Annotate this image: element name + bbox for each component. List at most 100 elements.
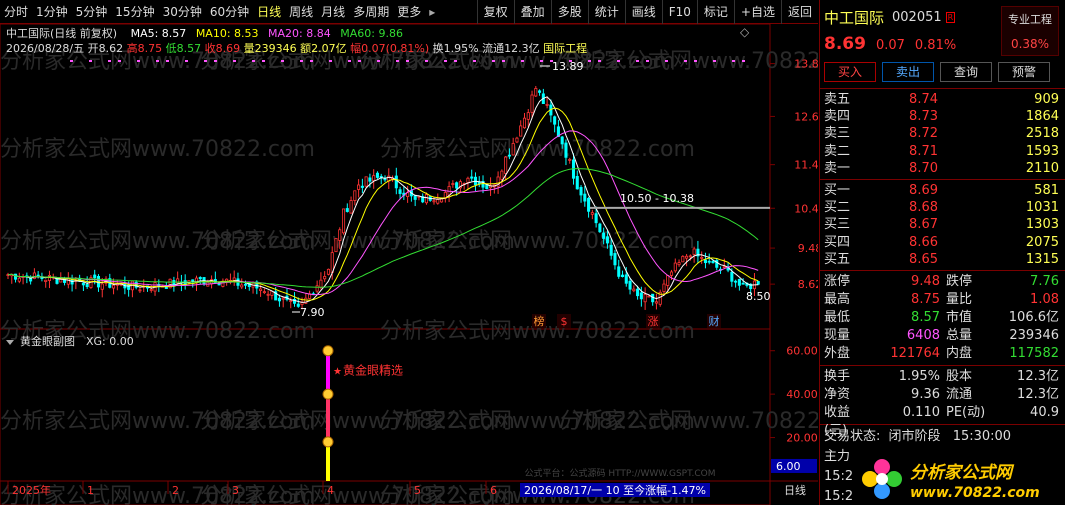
stock-title: 中工国际(日线 前复权)	[6, 27, 118, 40]
orderbook-row[interactable]: 卖一 8.70 2110	[820, 160, 1065, 177]
bar-amount: 额2.07亿	[300, 42, 347, 55]
orderbook-row[interactable]: 卖二 8.71 1593	[820, 143, 1065, 160]
period-tab-10[interactable]: 更多	[393, 0, 425, 24]
candle-body	[685, 255, 689, 259]
period-tab-4[interactable]: 30分钟	[159, 0, 206, 24]
candle-body	[703, 259, 707, 264]
tool-button-2[interactable]: 多股	[550, 0, 588, 24]
period-tab-5[interactable]: 60分钟	[206, 0, 253, 24]
orderbook-buys: 买一 8.69 581 买二 8.68 1031 买三 8.67 1303 买四 8.66 2075 买…	[820, 182, 1065, 268]
ma60-label: MA60: 9.86	[340, 27, 403, 40]
candle-body	[564, 142, 568, 158]
site-logo: 分析家公式网 www.70822.com	[860, 453, 1065, 505]
buy-button[interactable]: 买入	[824, 62, 876, 82]
period-tab-3[interactable]: 15分钟	[111, 0, 158, 24]
orderbook-row[interactable]: 买一 8.69 581	[820, 182, 1065, 199]
bar-low: 低8.57	[165, 42, 202, 55]
bar-sector[interactable]: 国际工程	[543, 42, 587, 55]
stat-l2: 内盘	[946, 345, 973, 361]
period-tab-6[interactable]: 日线	[253, 0, 285, 24]
candle-body	[424, 194, 429, 204]
orderbook-level: 卖四	[824, 109, 851, 125]
alert-button[interactable]: 预警	[998, 62, 1050, 82]
stat-v2: 7.76	[1030, 273, 1059, 289]
orderbook-row[interactable]: 买五 8.65 1315	[820, 251, 1065, 268]
signal-dot	[185, 60, 188, 62]
candle-body	[341, 208, 346, 234]
price-axis-label: 9.48	[798, 242, 818, 255]
orderbook-row[interactable]: 卖四 8.73 1864	[820, 108, 1065, 125]
money-bag-icon	[322, 345, 334, 357]
watermark-text: 分析家公式网www.70822.com	[380, 137, 695, 162]
period-tab-0[interactable]: 分时	[0, 0, 32, 24]
time-axis-label: 3	[232, 484, 239, 497]
orderbook-row[interactable]: 买三 8.67 1303	[820, 216, 1065, 233]
signal-dot	[425, 60, 428, 62]
candle-body	[522, 117, 527, 129]
candle-body	[666, 274, 670, 286]
candle-body	[553, 116, 557, 125]
signal-dot	[70, 60, 73, 62]
stat-row: 收益(三) 0.110 PE(动) 40.9	[820, 404, 1065, 438]
sell-button[interactable]: 卖出	[882, 62, 934, 82]
period-tab-9[interactable]: 多周期	[349, 0, 393, 24]
stat-l: 最低	[824, 309, 851, 325]
tool-button-3[interactable]: 统计	[587, 0, 625, 24]
orderbook-level: 买五	[824, 251, 851, 267]
tool-button-1[interactable]: 叠加	[513, 0, 551, 24]
candle-body	[17, 277, 21, 282]
signal-dot	[310, 60, 313, 62]
stats-block-2: 换手 1.95% 股本 12.3亿 净资 9.36 流通 12.3亿 收益(三) 0.110 PE(…	[820, 368, 1065, 438]
stat-row: 现量 6408 总量 239346	[820, 327, 1065, 345]
tool-button-5[interactable]: F10	[661, 0, 697, 24]
tool-button-6[interactable]: 标记	[696, 0, 734, 24]
status-value: 闭市阶段	[888, 428, 941, 444]
price-pct: 0.81%	[914, 38, 957, 53]
orderbook-row[interactable]: 买四 8.66 2075	[820, 234, 1065, 251]
more-arrow-icon[interactable]: ▸	[425, 0, 439, 24]
orderbook-row[interactable]: 买二 8.68 1031	[820, 199, 1065, 216]
candle-body	[100, 283, 104, 290]
orderbook-row[interactable]: 卖三 8.72 2518	[820, 125, 1065, 142]
candle-body	[609, 244, 613, 256]
signal-dot	[281, 60, 284, 62]
range-status-text: 2026/08/17/一 10 至今涨幅-1.47%	[524, 483, 706, 497]
orderbook-price: 8.66	[909, 234, 938, 250]
orderbook-volume: 909	[1034, 92, 1059, 107]
stat-l2: 股本	[946, 368, 973, 384]
period-tab-7[interactable]: 周线	[285, 0, 317, 24]
candle-body	[700, 256, 704, 259]
tool-button-8[interactable]: 返回	[780, 0, 818, 24]
chart-area[interactable]: 分析家公式网www.70822.com 分析家公式网www.70822.com 分析…	[0, 24, 818, 505]
orderbook-row[interactable]: 卖五 8.74 909	[820, 91, 1065, 108]
signal-dot	[348, 60, 351, 62]
stat-v: 6408	[906, 327, 940, 343]
candle-body	[398, 189, 402, 194]
bar-close: 收8.69	[204, 42, 241, 55]
orderbook-volume: 1593	[1025, 143, 1059, 159]
tool-button-4[interactable]: 画线	[624, 0, 662, 24]
kline-chart[interactable]: 分析家公式网www.70822.com 分析家公式网www.70822.com 分析…	[0, 24, 818, 505]
header-diamond-icon[interactable]: ◇	[740, 25, 749, 39]
stat-v2: 12.3亿	[1017, 368, 1059, 384]
period-tab-2[interactable]: 5分钟	[72, 0, 112, 24]
query-button[interactable]: 查询	[940, 62, 992, 82]
stat-l: 涨停	[824, 273, 851, 289]
orderbook-volume: 1031	[1025, 200, 1059, 216]
orderbook-price: 8.72	[909, 126, 938, 142]
sector-box[interactable]: 专业工程 0.38%	[1001, 6, 1059, 56]
candle-body	[632, 288, 636, 292]
price-axis-label: 13.88	[794, 58, 818, 71]
period-tab-1[interactable]: 1分钟	[32, 0, 72, 24]
sub-panel-xg: XG: 0.00	[86, 335, 134, 348]
signal-dot	[665, 60, 668, 62]
tool-button-7[interactable]: +自选	[733, 0, 781, 24]
candle-body	[734, 280, 738, 283]
signal-dot	[444, 60, 447, 62]
stat-l2: PE(动)	[946, 404, 986, 420]
status-time: 15:30:00	[952, 428, 1012, 444]
tool-button-0[interactable]: 复权	[476, 0, 514, 24]
price-axis-label: 8.62	[798, 278, 818, 291]
period-tab-8[interactable]: 月线	[317, 0, 349, 24]
orderbook-level: 买三	[824, 217, 851, 233]
